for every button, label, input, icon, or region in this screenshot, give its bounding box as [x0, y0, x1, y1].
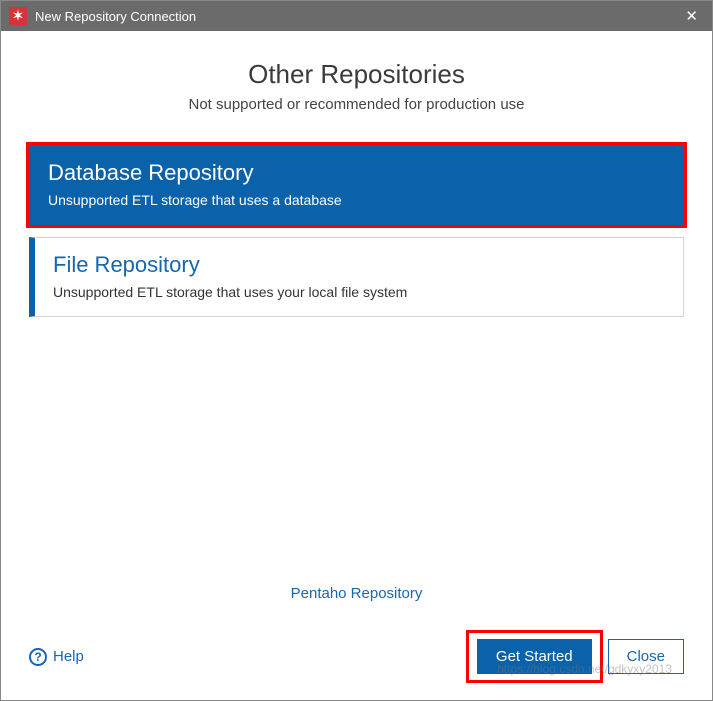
page-subtitle: Not supported or recommended for product…	[29, 96, 684, 113]
dialog-content: Other Repositories Not supported or reco…	[1, 31, 712, 700]
option-desc: Unsupported ETL storage that uses your l…	[53, 284, 665, 300]
get-started-highlight: Get Started	[469, 633, 600, 680]
page-title: Other Repositories	[29, 59, 684, 90]
footer: ? Help Get Started Close	[29, 633, 684, 680]
pentaho-repository-link-row: Pentaho Repository	[29, 585, 684, 603]
option-title: File Repository	[53, 252, 665, 278]
repository-options: Database Repository Unsupported ETL stor…	[29, 145, 684, 317]
titlebar: ✶ New Repository Connection ✕	[1, 1, 712, 31]
option-database-repository[interactable]: Database Repository Unsupported ETL stor…	[29, 145, 684, 225]
close-button[interactable]: Close	[608, 639, 684, 674]
get-started-button[interactable]: Get Started	[477, 639, 592, 674]
help-label: Help	[53, 648, 84, 665]
option-desc: Unsupported ETL storage that uses a data…	[48, 192, 665, 208]
option-title: Database Repository	[48, 160, 665, 186]
pentaho-repository-link[interactable]: Pentaho Repository	[291, 585, 423, 602]
help-icon: ?	[29, 648, 47, 666]
window-title: New Repository Connection	[35, 9, 196, 24]
option-file-repository[interactable]: File Repository Unsupported ETL storage …	[29, 237, 684, 317]
heading-area: Other Repositories Not supported or reco…	[29, 59, 684, 113]
app-icon: ✶	[9, 7, 27, 25]
help-link[interactable]: ? Help	[29, 648, 84, 666]
close-icon[interactable]: ✕	[679, 7, 704, 25]
